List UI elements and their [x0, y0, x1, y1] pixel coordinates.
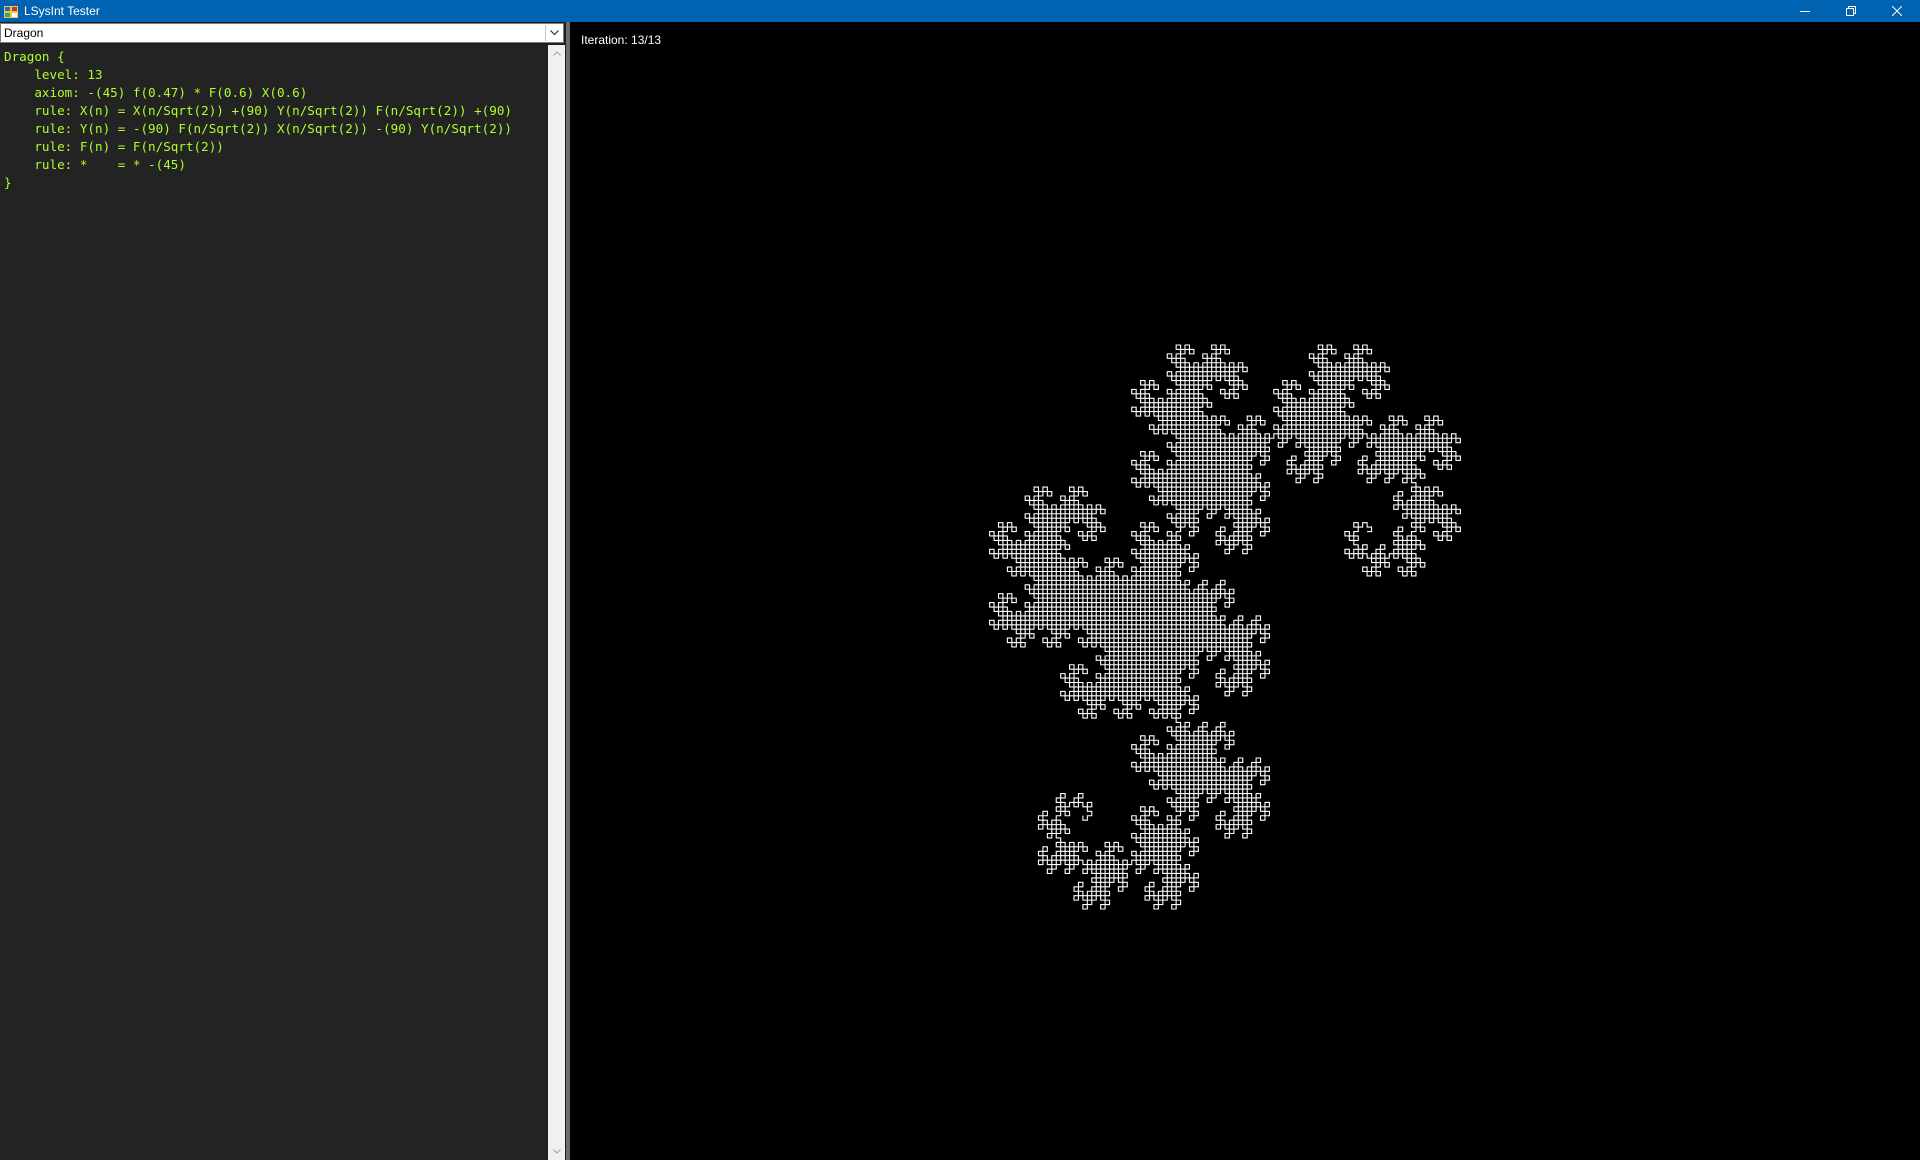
scroll-up-button[interactable] — [548, 45, 565, 62]
system-select-value: Dragon — [4, 26, 44, 40]
code-editor[interactable]: Dragon { level: 13 axiom: -(45) f(0.47) … — [0, 45, 548, 1160]
code-line: axiom: -(45) f(0.47) * F(0.6) X(0.6) — [4, 85, 308, 100]
window-controls — [1782, 0, 1920, 22]
dropdown-button[interactable] — [545, 25, 562, 41]
dragon-curve — [989, 344, 1461, 910]
minimize-icon — [1800, 11, 1810, 12]
close-button[interactable] — [1874, 0, 1920, 22]
iteration-label: Iteration: 13/13 — [581, 33, 662, 47]
code-line: Dragon { — [4, 49, 65, 64]
code-line: } — [4, 175, 12, 190]
close-icon — [1892, 6, 1902, 16]
title-bar: LSysInt Tester — [0, 0, 1920, 22]
app-icon — [4, 5, 18, 18]
system-select[interactable]: Dragon — [0, 23, 564, 43]
chevron-down-icon — [552, 1149, 561, 1154]
dragon-curve-path — [989, 344, 1461, 910]
code-line: level: 13 — [4, 67, 103, 82]
code-line: rule: * = * -(45) — [4, 157, 186, 172]
restore-icon — [1846, 6, 1856, 16]
scroll-down-button[interactable] — [548, 1143, 565, 1160]
code-line: rule: Y(n) = -(90) F(n/Sqrt(2)) X(n/Sqrt… — [4, 121, 512, 136]
render-canvas[interactable]: Iteration: 13/13 — [570, 22, 1920, 1160]
editor-scrollbar[interactable] — [548, 45, 565, 1160]
code-line: rule: F(n) = F(n/Sqrt(2)) — [4, 139, 224, 154]
editor-pane: Dragon Dragon { level: 13 axiom: -(45) f… — [0, 22, 566, 1160]
chevron-down-icon — [549, 30, 559, 36]
chevron-up-icon — [552, 51, 561, 56]
window-title: LSysInt Tester — [24, 4, 100, 18]
code-line: rule: X(n) = X(n/Sqrt(2)) +(90) Y(n/Sqrt… — [4, 103, 512, 118]
restore-button[interactable] — [1828, 0, 1874, 22]
minimize-button[interactable] — [1782, 0, 1828, 22]
